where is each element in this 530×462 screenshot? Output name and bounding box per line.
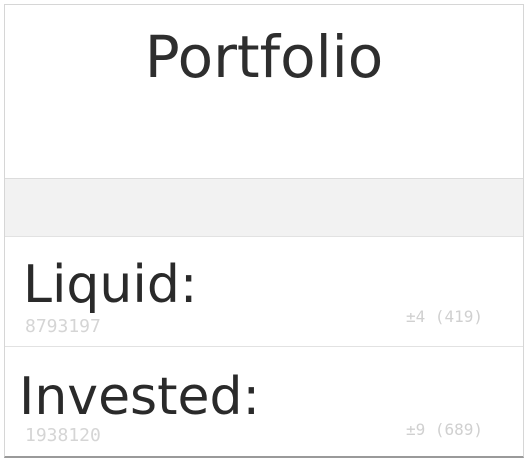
header-divider-band: [5, 179, 523, 237]
account-row-liquid[interactable]: Liquid: 8793197 ±4 (419): [5, 237, 523, 347]
account-change: ±4 (419): [405, 307, 483, 326]
account-row-invested[interactable]: Invested: 1938120 ±9 (689): [5, 347, 523, 457]
account-value: 8793197: [25, 316, 101, 337]
account-change: ±9 (689): [405, 420, 483, 439]
page-title: Portfolio: [144, 23, 384, 91]
account-value: 1938120: [25, 425, 101, 446]
portfolio-header: Portfolio: [5, 5, 523, 179]
portfolio-panel: Portfolio Liquid: 8793197 ±4 (419) Inves…: [4, 4, 524, 458]
account-label: Invested:: [19, 367, 261, 427]
account-label: Liquid:: [23, 255, 198, 315]
